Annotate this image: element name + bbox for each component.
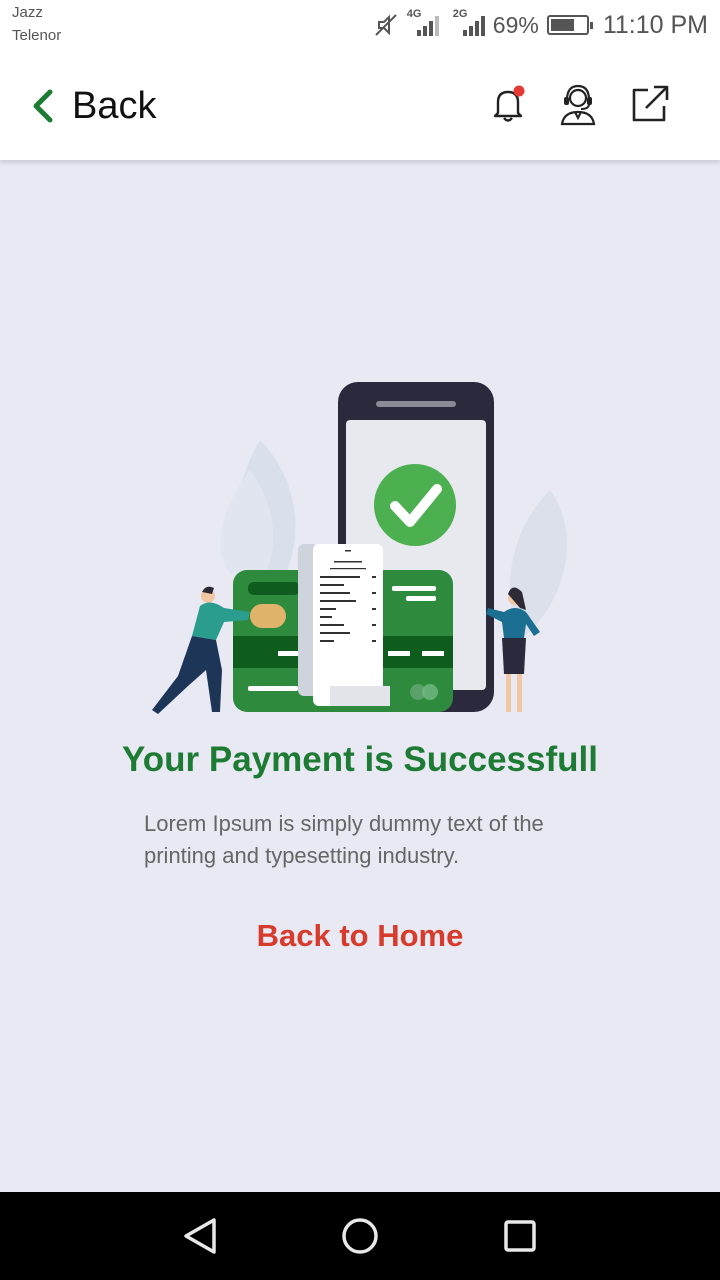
battery-icon <box>546 15 593 35</box>
signal-2g-icon: 2G <box>453 8 485 36</box>
back-to-home-link[interactable]: Back to Home <box>0 918 720 954</box>
network-type-1: 4G <box>406 8 422 20</box>
app-bar: Back <box>0 52 720 160</box>
nav-home-icon[interactable] <box>336 1212 384 1260</box>
chevron-left-icon <box>33 89 53 123</box>
support-agent-icon[interactable] <box>556 82 600 126</box>
status-indicators: 4G 2G 69% 11:10 PM <box>373 8 708 42</box>
network-type-2: 2G <box>452 8 468 20</box>
system-nav-bar <box>0 1192 720 1280</box>
nav-recents-icon[interactable] <box>496 1212 544 1260</box>
carrier-secondary: Telenor <box>12 27 62 44</box>
signal-4g-icon: 4G <box>407 8 439 36</box>
clock: 11:10 PM <box>602 10 708 39</box>
status-bar: Jazz Telenor 4G 2G 69% 11:10 PM <box>0 0 720 52</box>
battery-percent: 69% <box>492 11 539 38</box>
back-label: Back <box>72 84 157 127</box>
nav-back-icon[interactable] <box>176 1212 224 1260</box>
success-title: Your Payment is Successfull <box>122 740 598 779</box>
success-description: Lorem Ipsum is simply dummy text of the … <box>144 811 544 868</box>
payment-success-illustration <box>152 382 567 714</box>
receipt <box>298 544 390 706</box>
share-external-icon[interactable] <box>628 82 672 126</box>
carrier-primary: Jazz <box>12 4 43 21</box>
notification-bell-icon[interactable] <box>486 82 530 126</box>
back-button[interactable]: Back <box>28 78 156 134</box>
mute-icon <box>375 14 397 36</box>
